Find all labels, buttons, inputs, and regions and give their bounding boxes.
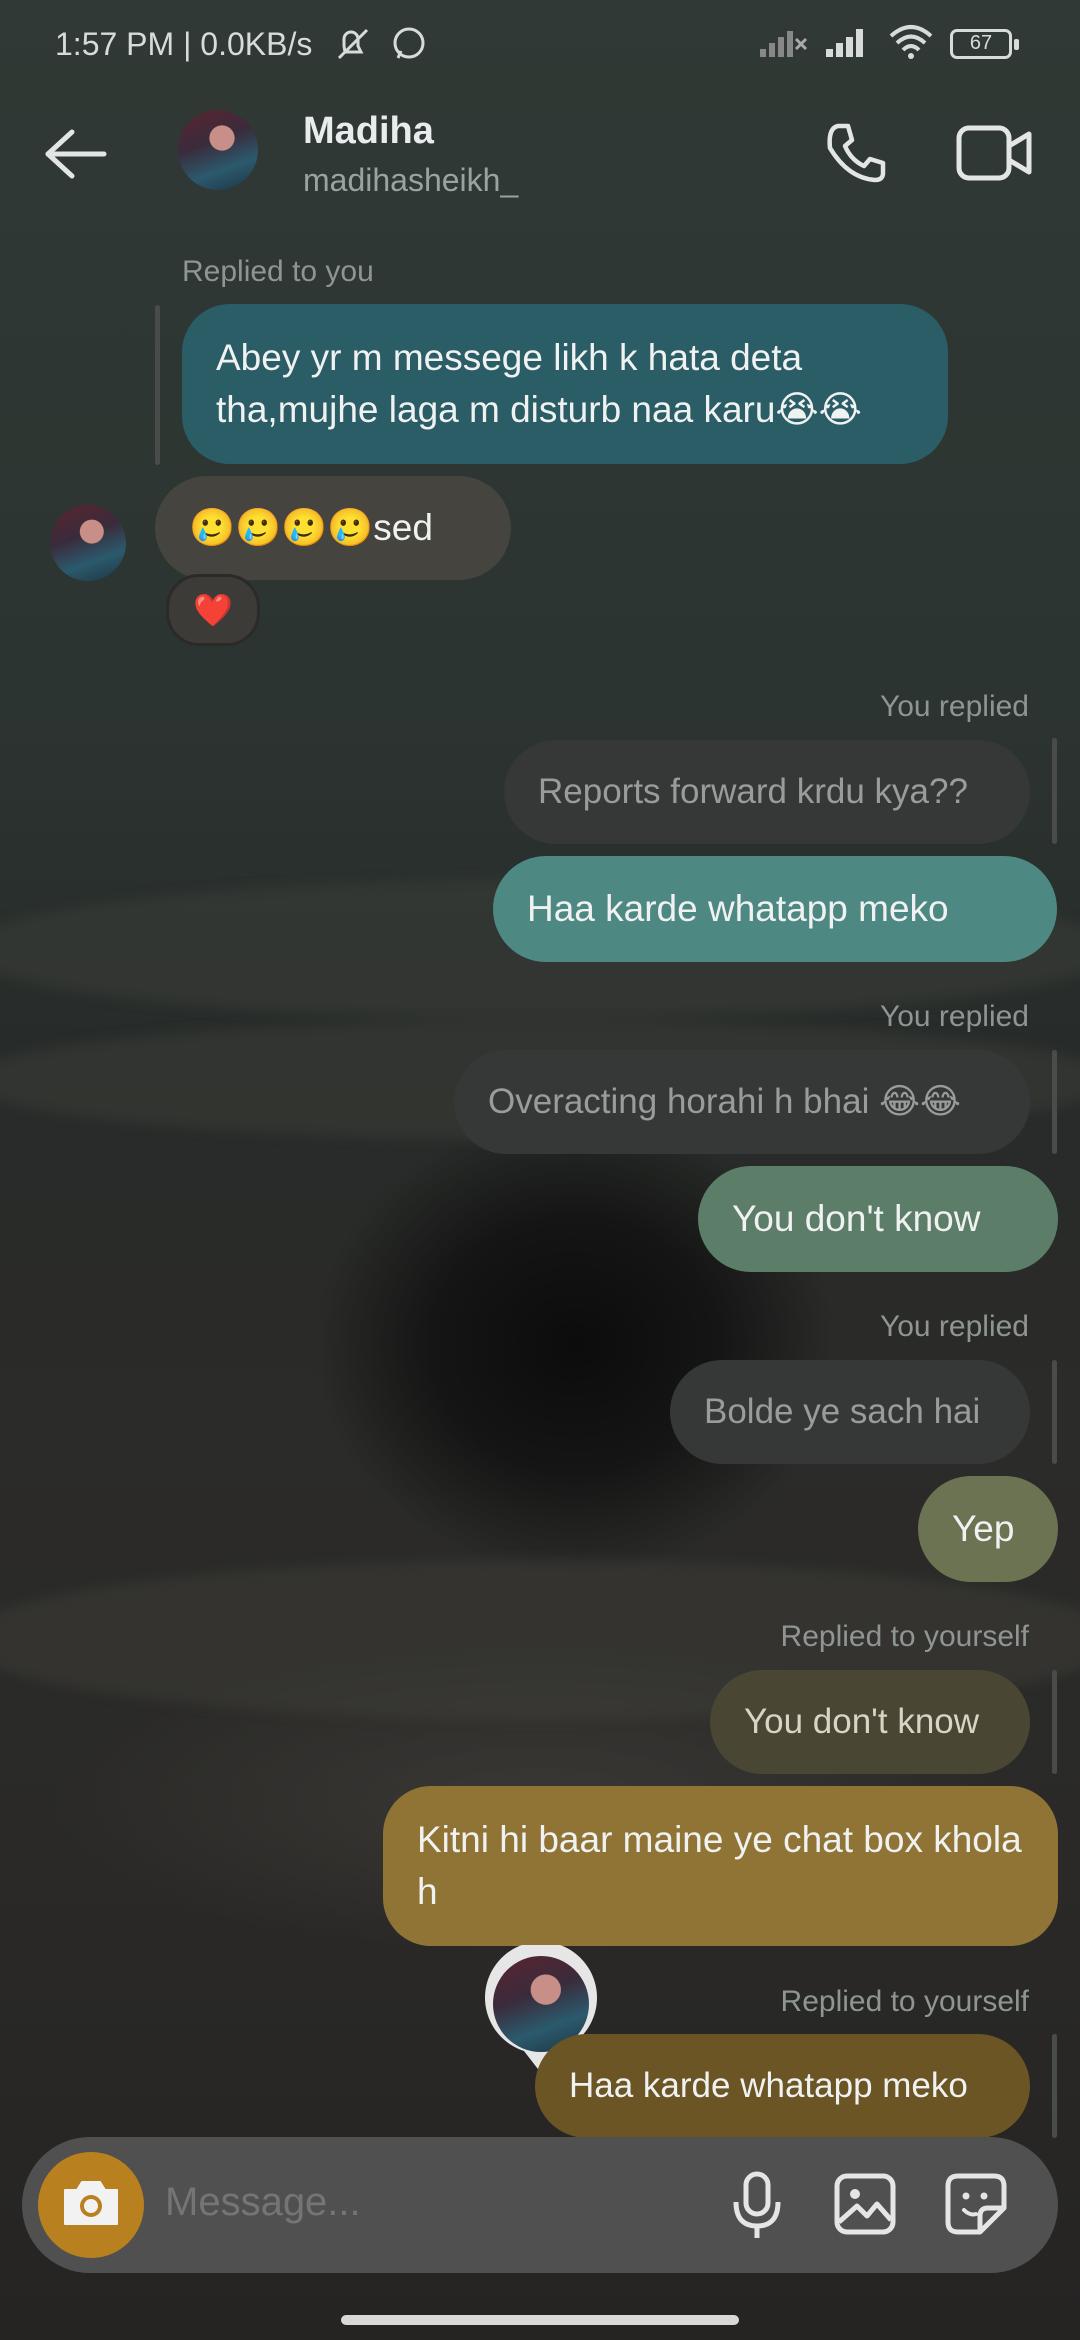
message-bubble-sent[interactable]: You don't know	[698, 1166, 1058, 1272]
signal-2-icon	[824, 25, 872, 64]
video-call-icon[interactable]	[955, 120, 1035, 186]
reply-indicator-bar	[1052, 738, 1057, 844]
message-text: 🥲🥲🥲🥲sed	[189, 507, 433, 548]
sender-avatar[interactable]	[50, 505, 126, 581]
quoted-message[interactable]: Bolde ye sach hai	[670, 1360, 1030, 1464]
quoted-text: Reports forward krdu kya??	[538, 772, 968, 811]
status-bar: 1:57 PM | 0.0KB/s 67	[0, 0, 1080, 95]
contact-name[interactable]: Madiha	[303, 110, 434, 153]
whatsapp-icon	[390, 25, 428, 68]
message-text: Abey yr m messege likh k hata deta tha,m…	[216, 337, 862, 430]
contact-username[interactable]: madihasheikh_	[303, 162, 518, 199]
message-bubble-received[interactable]: Abey yr m messege likh k hata deta tha,m…	[182, 304, 948, 464]
reply-meta: You replied	[879, 690, 1029, 723]
wifi-icon	[888, 24, 934, 65]
battery-icon: 67	[950, 28, 1020, 61]
quoted-message[interactable]: Overacting horahi h bhai 😂😂	[454, 1050, 1030, 1154]
camera-button[interactable]	[38, 2152, 144, 2258]
reaction-emoji: ❤️	[193, 592, 233, 628]
reply-meta: Replied to yourself	[780, 1620, 1029, 1653]
message-text: Kitni hi baar maine ye chat box khola h	[417, 1819, 1022, 1912]
message-bubble-sent[interactable]: Kitni hi baar maine ye chat box khola h	[383, 1786, 1058, 1946]
message-input[interactable]	[165, 2180, 705, 2225]
camera-icon	[59, 2176, 123, 2235]
signal-1-icon	[758, 25, 808, 64]
reply-indicator-bar	[1052, 1360, 1057, 1464]
sticker-icon[interactable]	[944, 2172, 1008, 2236]
reply-meta: You replied	[879, 1000, 1029, 1033]
mute-bell-icon	[333, 26, 373, 67]
reply-meta: Replied to you	[182, 255, 374, 288]
message-text: Haa karde whatapp meko	[527, 888, 949, 929]
contact-avatar[interactable]	[178, 110, 258, 190]
quoted-message[interactable]: Reports forward krdu kya??	[504, 740, 1030, 844]
microphone-icon[interactable]	[730, 2170, 784, 2242]
reply-indicator-bar	[1052, 1670, 1057, 1774]
quoted-text: Bolde ye sach hai	[704, 1392, 981, 1431]
message-bubble-sent[interactable]: Haa karde whatapp meko	[493, 856, 1057, 962]
message-bubble-sent[interactable]: Yep	[918, 1476, 1058, 1582]
gallery-icon[interactable]	[833, 2172, 897, 2236]
message-text: You don't know	[732, 1198, 981, 1239]
reply-meta: Replied to yourself	[780, 1985, 1029, 2018]
battery-level: 67	[969, 31, 993, 54]
quoted-message[interactable]: You don't know	[710, 1670, 1030, 1774]
phone-icon[interactable]	[820, 118, 890, 188]
reply-indicator-bar	[155, 305, 160, 465]
message-bubble-received[interactable]: 🥲🥲🥲🥲sed	[155, 476, 511, 580]
reply-indicator-bar	[1052, 1050, 1057, 1154]
quoted-message[interactable]: Haa karde whatapp meko	[535, 2034, 1030, 2138]
message-text: Haa karde whatapp meko	[569, 2066, 968, 2105]
message-text: Yep	[952, 1508, 1015, 1549]
status-time-speed: 1:57 PM | 0.0KB/s	[55, 26, 313, 62]
quoted-text: Overacting horahi h bhai 😂😂	[488, 1082, 961, 1121]
reply-meta: You replied	[879, 1310, 1029, 1343]
reply-indicator-bar	[1052, 2034, 1057, 2138]
quoted-text: You don't know	[744, 1702, 980, 1741]
back-arrow-icon[interactable]	[40, 124, 110, 184]
heart-reaction[interactable]: ❤️	[166, 574, 260, 646]
home-indicator[interactable]	[341, 2315, 739, 2325]
